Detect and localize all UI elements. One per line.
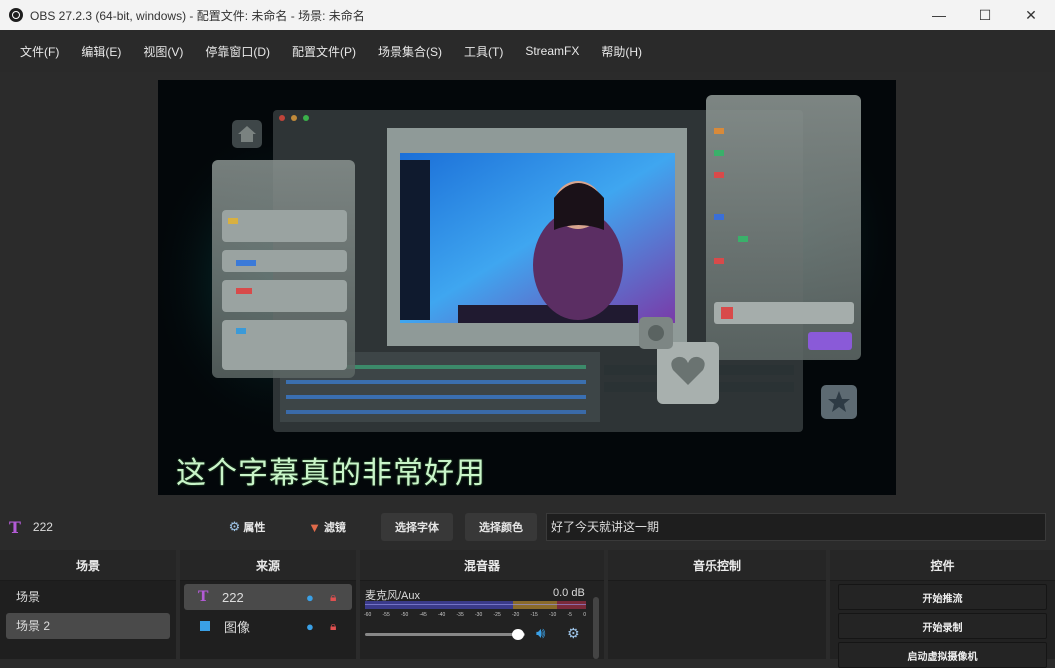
source-item[interactable]: 图像 ● 🔒︎ bbox=[184, 613, 352, 639]
start-streaming-button[interactable]: 开始推流 bbox=[838, 584, 1047, 610]
maximize-button[interactable]: ☐ bbox=[962, 0, 1008, 30]
menu-streamfx[interactable]: StreamFX bbox=[514, 44, 590, 58]
properties-button-label: 属性 bbox=[243, 522, 266, 534]
subtitle-text-overlay: 这个字幕真的非常好用 bbox=[176, 456, 486, 491]
meter-tick: -5 bbox=[567, 612, 572, 618]
mixer-body: 麦克风/Aux 0.0 dB -60 -55 -50 -45 -40 -35 -… bbox=[360, 581, 604, 659]
menu-file[interactable]: 文件(F) bbox=[9, 43, 70, 60]
meter-tick: -60 bbox=[364, 612, 372, 618]
start-recording-button[interactable]: 开始录制 bbox=[838, 613, 1047, 639]
properties-button[interactable]: ⚙ 属性 bbox=[222, 513, 272, 541]
speaker-icon[interactable]: 🔊︎ bbox=[536, 625, 545, 642]
image-icon bbox=[200, 621, 210, 631]
volume-slider[interactable] bbox=[365, 629, 525, 640]
scene-item-selected[interactable]: 场景 2 bbox=[6, 613, 170, 639]
menu-view[interactable]: 视图(V) bbox=[132, 43, 194, 60]
preview-scene-image bbox=[158, 80, 896, 495]
menu-profile[interactable]: 配置文件(P) bbox=[281, 43, 367, 60]
mixer-dock: 混音器 麦克风/Aux 0.0 dB -60 -55 -50 -45 -40 -… bbox=[360, 550, 604, 659]
gear-icon[interactable]: ⚙ bbox=[567, 625, 580, 642]
menu-bar: 文件(F) 编辑(E) 视图(V) 停靠窗口(D) 配置文件(P) 场景集合(S… bbox=[0, 30, 1055, 72]
mixer-dock-title: 混音器 bbox=[360, 550, 604, 581]
scenes-dock-title: 场景 bbox=[0, 550, 176, 581]
music-control-dock: 音乐控制 bbox=[608, 550, 826, 659]
close-button[interactable]: ✕ bbox=[1008, 0, 1054, 30]
select-color-button[interactable]: 选择颜色 bbox=[465, 513, 537, 541]
meter-tick: -55 bbox=[382, 612, 390, 618]
text-source-icon: T bbox=[9, 517, 21, 537]
minimize-button[interactable]: — bbox=[916, 0, 962, 30]
meter-tick: -35 bbox=[456, 612, 464, 618]
menu-docks[interactable]: 停靠窗口(D) bbox=[194, 43, 281, 60]
controls-body: 开始推流 开始录制 启动虚拟摄像机 bbox=[830, 581, 1055, 668]
gear-icon: ⚙ bbox=[228, 519, 241, 534]
meter-tick: -20 bbox=[512, 612, 520, 618]
eye-icon[interactable]: ● bbox=[306, 619, 314, 634]
meter-tick: -40 bbox=[438, 612, 446, 618]
meter-tick: -50 bbox=[401, 612, 409, 618]
meter-tick: -10 bbox=[549, 612, 557, 618]
menu-help[interactable]: 帮助(H) bbox=[590, 43, 653, 60]
select-font-button[interactable]: 选择字体 bbox=[381, 513, 453, 541]
source-name: 222 bbox=[222, 589, 244, 605]
source-name: 图像 bbox=[224, 619, 251, 635]
text-icon: T bbox=[198, 589, 209, 605]
meter-tick: -45 bbox=[419, 612, 427, 618]
menu-tools[interactable]: 工具(T) bbox=[453, 43, 514, 60]
controls-dock: 控件 开始推流 开始录制 启动虚拟摄像机 bbox=[830, 550, 1055, 668]
volume-slider-handle[interactable] bbox=[512, 629, 524, 640]
scene-item[interactable]: 场景 bbox=[6, 584, 170, 610]
preview-canvas[interactable]: 这个字幕真的非常好用 bbox=[158, 80, 896, 495]
lock-icon[interactable]: 🔒︎ bbox=[330, 590, 336, 605]
lock-icon[interactable]: 🔒︎ bbox=[330, 619, 336, 634]
obs-logo-icon bbox=[9, 8, 23, 22]
text-content-input[interactable]: 好了今天就讲这一期 bbox=[546, 513, 1046, 541]
preview-area: 这个字幕真的非常好用 bbox=[0, 72, 1055, 509]
mixer-scrollbar[interactable] bbox=[593, 597, 599, 659]
sources-dock: 来源 T 222 ● 🔒︎ 图像 ● 🔒︎ bbox=[180, 550, 356, 659]
filters-button[interactable]: ▼ 滤镜 bbox=[302, 513, 352, 541]
meter-tick: -30 bbox=[475, 612, 483, 618]
meter-tick: 0 bbox=[583, 612, 586, 618]
meter-ticks: -60 -55 -50 -45 -40 -35 -30 -25 -20 -15 … bbox=[364, 612, 586, 621]
filter-icon: ▼ bbox=[308, 519, 321, 535]
menu-edit[interactable]: 编辑(E) bbox=[70, 43, 132, 60]
music-control-dock-title: 音乐控制 bbox=[608, 550, 826, 581]
controls-dock-title: 控件 bbox=[830, 550, 1055, 581]
source-toolbar: T 222 ⚙ 属性 ▼ 滤镜 选择字体 选择颜色 好了今天就讲这一期 bbox=[0, 509, 1055, 545]
window-title: OBS 27.2.3 (64-bit, windows) - 配置文件: 未命名… bbox=[30, 8, 365, 23]
volume-meter bbox=[365, 601, 586, 609]
sources-list: T 222 ● 🔒︎ 图像 ● 🔒︎ bbox=[180, 581, 356, 659]
scenes-dock: 场景 场景 场景 2 bbox=[0, 550, 176, 659]
menu-scene-collection[interactable]: 场景集合(S) bbox=[367, 43, 453, 60]
start-virtual-camera-button[interactable]: 启动虚拟摄像机 bbox=[838, 642, 1047, 668]
mixer-level-readout: 0.0 dB bbox=[553, 587, 585, 599]
eye-icon[interactable]: ● bbox=[306, 590, 314, 605]
sources-dock-title: 来源 bbox=[180, 550, 356, 581]
title-bar: OBS 27.2.3 (64-bit, windows) - 配置文件: 未命名… bbox=[0, 0, 1055, 30]
source-item[interactable]: T 222 ● 🔒︎ bbox=[184, 584, 352, 610]
meter-tick: -25 bbox=[493, 612, 501, 618]
scenes-list: 场景 场景 2 bbox=[0, 581, 176, 659]
meter-tick: -15 bbox=[530, 612, 538, 618]
selected-source-name: 222 bbox=[32, 520, 53, 534]
filters-button-label: 滤镜 bbox=[323, 522, 346, 534]
music-control-body bbox=[608, 581, 826, 659]
